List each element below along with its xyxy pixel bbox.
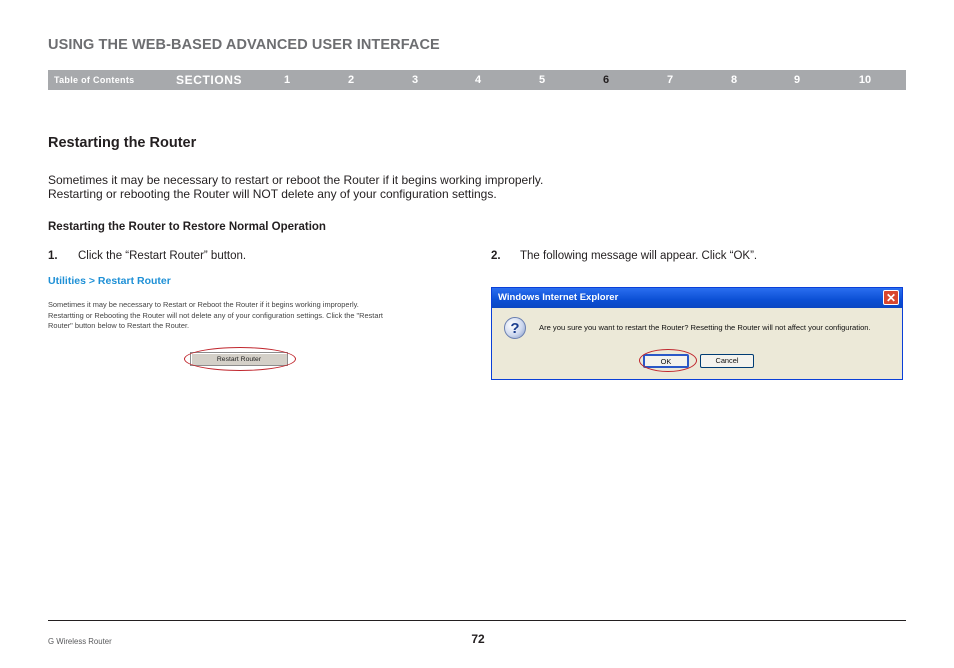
confirm-dialog: Windows Internet Explorer ✕ ? Are you su… (491, 287, 903, 380)
dialog-title: Windows Internet Explorer (498, 292, 619, 303)
section-title: Restarting the Router (48, 135, 197, 151)
panel-line-2: Restartting or Rebooting the Router will… (48, 310, 383, 320)
subsection-title: Restarting the Router to Restore Normal … (48, 221, 326, 233)
nav-section-5[interactable]: 5 (532, 74, 552, 86)
table-of-contents-link[interactable]: Table of Contents (54, 75, 134, 85)
restart-panel-description: Sometimes it may be necessary to Restart… (48, 300, 428, 332)
panel-line-1: Sometimes it may be necessary to Restart… (48, 300, 359, 309)
step-2-text: The following message will appear. Click… (520, 250, 758, 262)
question-icon: ? (504, 317, 526, 339)
section-nav-bar: Table of Contents SECTIONS 1 2 3 4 5 6 7… (48, 70, 906, 90)
page-header-title: USING THE WEB-BASED ADVANCED USER INTERF… (48, 37, 440, 53)
close-icon[interactable]: ✕ (883, 290, 899, 305)
panel-line-3: Router" button below to Restart the Rout… (48, 321, 190, 331)
step-2-number: 2. (491, 250, 501, 262)
cancel-button[interactable]: Cancel (700, 354, 754, 368)
nav-section-3[interactable]: 3 (405, 74, 425, 86)
restart-router-button[interactable]: Restart Router (190, 352, 288, 366)
nav-section-7[interactable]: 7 (660, 74, 680, 86)
footer-product-name: G Wireless Router (48, 637, 112, 646)
sections-label: SECTIONS (176, 73, 243, 87)
nav-section-8[interactable]: 8 (724, 74, 744, 86)
intro-paragraph: Sometimes it may be necessary to restart… (48, 173, 668, 201)
intro-line-1: Sometimes it may be necessary to restart… (48, 173, 544, 187)
step-1-text: Click the “Restart Router” button. (78, 250, 247, 262)
ok-button[interactable]: OK (643, 354, 689, 368)
page-number: 72 (471, 632, 485, 646)
intro-line-2: Restarting or rebooting the Router will … (48, 187, 497, 201)
step-1-number: 1. (48, 250, 58, 262)
footer-divider (48, 620, 906, 621)
nav-section-10[interactable]: 10 (855, 74, 875, 86)
nav-section-6-active[interactable]: 6 (596, 74, 616, 86)
nav-section-4[interactable]: 4 (468, 74, 488, 86)
nav-section-2[interactable]: 2 (341, 74, 361, 86)
dialog-title-bar: Windows Internet Explorer ✕ (492, 288, 902, 308)
dialog-message: Are you sure you want to restart the Rou… (539, 323, 871, 332)
utilities-breadcrumb: Utilities > Restart Router (48, 275, 171, 287)
nav-section-1[interactable]: 1 (277, 74, 297, 86)
nav-section-9[interactable]: 9 (787, 74, 807, 86)
